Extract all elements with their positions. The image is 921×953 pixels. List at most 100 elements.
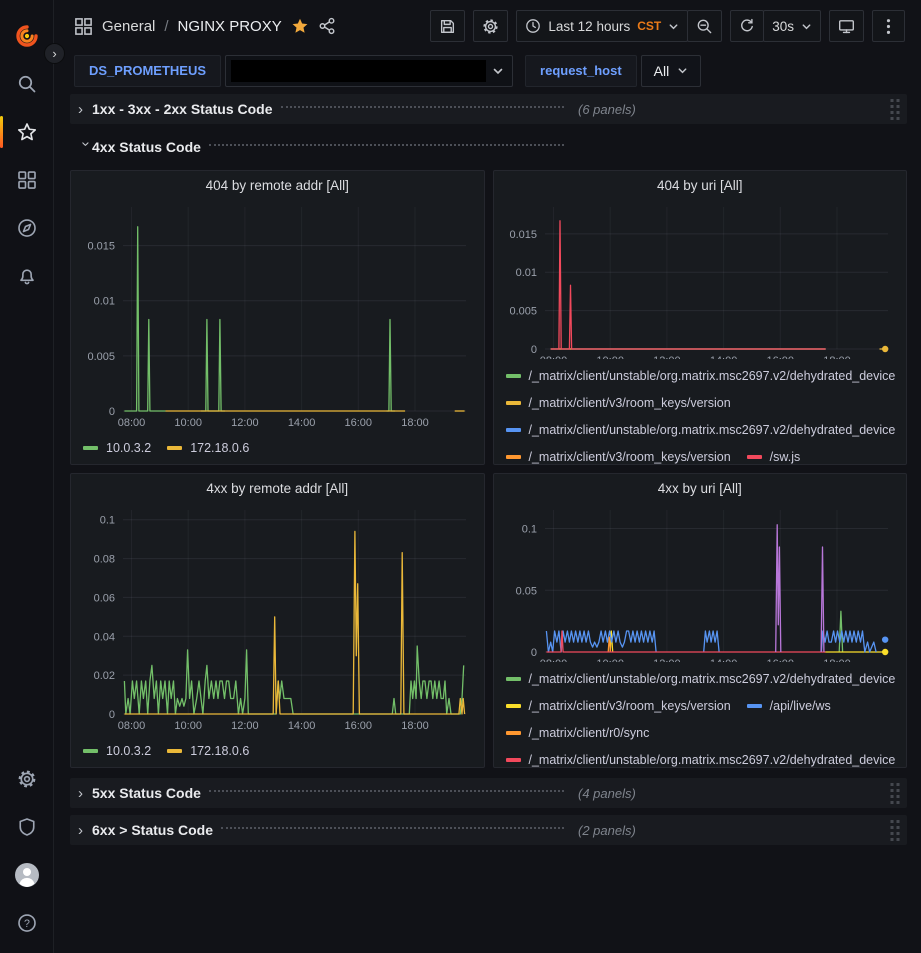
legend-item[interactable]: /sw.js xyxy=(747,443,801,464)
legend-item[interactable]: /_matrix/client/v3/room_keys/version xyxy=(506,692,731,719)
sidebar-expand-button[interactable]: › xyxy=(44,43,65,64)
panel-legend: /_matrix/client/unstable/org.matrix.msc2… xyxy=(494,662,907,767)
svg-text:0.06: 0.06 xyxy=(93,592,114,604)
svg-text:0: 0 xyxy=(531,647,537,659)
legend-item[interactable]: 10.0.3.2 xyxy=(83,434,151,461)
svg-text:0.1: 0.1 xyxy=(522,524,537,536)
share-icon[interactable] xyxy=(318,17,336,35)
sidebar-item-explore[interactable] xyxy=(0,204,54,252)
more-options-button[interactable] xyxy=(872,10,905,42)
chevron-down-icon xyxy=(492,65,504,77)
dotted-leader xyxy=(209,144,564,146)
request-host-value: All xyxy=(654,63,670,79)
timezone-label: CST xyxy=(637,19,661,33)
legend-item[interactable]: /_matrix/client/unstable/org.matrix.msc2… xyxy=(506,362,896,389)
compass-icon xyxy=(17,218,37,238)
legend-item[interactable]: /_matrix/client/unstable/org.matrix.msc2… xyxy=(506,746,896,767)
row-drag-handle[interactable] xyxy=(889,781,901,805)
row-drag-handle[interactable] xyxy=(889,818,901,842)
cycle-view-mode-button[interactable] xyxy=(829,10,864,42)
series-color-swatch xyxy=(506,758,521,762)
svg-text:16:00: 16:00 xyxy=(344,720,372,732)
row-drag-handle[interactable] xyxy=(889,97,901,121)
chevron-down-icon xyxy=(668,21,679,32)
legend-item[interactable]: /_matrix/client/v3/room_keys/version xyxy=(506,443,731,464)
svg-text:08:00: 08:00 xyxy=(117,417,145,429)
chevron-right-icon: › xyxy=(78,101,92,118)
refresh-icon xyxy=(739,18,755,34)
dashboard-settings-button[interactable] xyxy=(473,10,508,42)
shield-icon xyxy=(17,817,37,837)
dashboard-row-1xx-3xx-2xx[interactable]: › 1xx - 3xx - 2xx Status Code (6 panels) xyxy=(70,94,907,124)
dashboard-row-4xx[interactable]: › 4xx Status Code xyxy=(70,132,907,162)
panel-legend: 10.0.3.2 172.18.0.6 xyxy=(71,734,484,764)
legend-item[interactable]: /_matrix/client/unstable/org.matrix.msc2… xyxy=(506,416,896,443)
breadcrumb-folder[interactable]: General xyxy=(102,18,155,35)
refresh-interval-dropdown[interactable]: 30s xyxy=(763,10,821,42)
legend-item[interactable]: /api/live/ws xyxy=(747,692,831,719)
series-color-swatch xyxy=(506,374,521,378)
legend-item[interactable]: 172.18.0.6 xyxy=(167,737,249,764)
time-range-picker[interactable]: Last 12 hours CST xyxy=(516,10,688,42)
panel-legend: /_matrix/client/unstable/org.matrix.msc2… xyxy=(494,359,907,464)
svg-text:0: 0 xyxy=(109,709,115,721)
legend-item[interactable]: /_matrix/client/unstable/org.matrix.msc2… xyxy=(506,665,896,692)
svg-text:14:00: 14:00 xyxy=(288,417,316,429)
timeseries-chart[interactable]: 08:0010:0012:0014:0016:0018:0000.0050.01… xyxy=(499,199,900,359)
dashboard-row-5xx[interactable]: › 5xx Status Code (4 panels) xyxy=(70,778,907,808)
sidebar-item-alerting[interactable] xyxy=(0,252,54,300)
star-filled-icon[interactable] xyxy=(291,17,309,35)
timeseries-chart[interactable]: 08:0010:0012:0014:0016:0018:0000.020.040… xyxy=(77,502,478,734)
svg-text:0.1: 0.1 xyxy=(99,515,114,527)
sidebar-item-search[interactable] xyxy=(0,60,54,108)
datasource-redaction xyxy=(231,60,486,82)
sidebar-item-dashboards[interactable] xyxy=(0,156,54,204)
svg-text:10:00: 10:00 xyxy=(174,720,202,732)
request-host-label: request_host xyxy=(525,55,637,87)
timeseries-chart[interactable]: 08:0010:0012:0014:0016:0018:0000.0050.01… xyxy=(77,199,478,431)
svg-text:0.015: 0.015 xyxy=(510,229,538,241)
dashboard-row-6xx[interactable]: › 6xx > Status Code (2 panels) xyxy=(70,815,907,845)
svg-text:0: 0 xyxy=(109,406,115,418)
panel-count: (2 panels) xyxy=(578,823,636,838)
svg-text:0.01: 0.01 xyxy=(516,267,537,279)
search-icon xyxy=(17,74,37,94)
svg-text:16:00: 16:00 xyxy=(344,417,372,429)
datasource-select[interactable] xyxy=(225,55,513,87)
panel-title[interactable]: 404 by remote addr [All] xyxy=(71,171,484,197)
legend-item[interactable]: /_matrix/client/v3/room_keys/version xyxy=(506,389,731,416)
panel-title[interactable]: 4xx by uri [All] xyxy=(494,474,907,500)
panel-404-by-uri: 404 by uri [All] 08:0010:0012:0014:0016:… xyxy=(493,170,908,465)
series-color-swatch xyxy=(506,428,521,432)
request-host-select[interactable]: All xyxy=(641,55,702,87)
bell-icon xyxy=(17,266,37,286)
zoom-out-icon xyxy=(696,18,713,35)
sidebar: ? xyxy=(0,0,54,953)
save-dashboard-button[interactable] xyxy=(430,10,465,42)
sidebar-item-starred[interactable] xyxy=(0,108,54,156)
legend-item[interactable]: 172.18.0.6 xyxy=(167,434,249,461)
refresh-button[interactable] xyxy=(730,10,764,42)
zoom-out-button[interactable] xyxy=(687,10,722,42)
svg-text:0.015: 0.015 xyxy=(87,241,115,253)
svg-text:08:00: 08:00 xyxy=(117,720,145,732)
legend-item[interactable]: /_matrix/client/r0/sync xyxy=(506,719,650,746)
panel-count: (6 panels) xyxy=(578,102,636,117)
panel-title[interactable]: 404 by uri [All] xyxy=(494,171,907,197)
sidebar-item-configuration[interactable] xyxy=(0,755,54,803)
panels-grid: 404 by remote addr [All] 08:0010:0012:00… xyxy=(70,170,907,768)
sidebar-item-help[interactable]: ? xyxy=(0,899,54,947)
dotted-leader xyxy=(281,106,564,108)
svg-text:0.04: 0.04 xyxy=(93,631,114,643)
kebab-menu-icon xyxy=(886,18,891,35)
panel-title[interactable]: 4xx by remote addr [All] xyxy=(71,474,484,500)
timeseries-chart[interactable]: 08:0010:0012:0014:0016:0018:0000.050.1 xyxy=(499,502,900,662)
sidebar-item-server-admin[interactable] xyxy=(0,803,54,851)
dashboard-title[interactable]: NGINX PROXY xyxy=(178,18,282,35)
svg-text:0: 0 xyxy=(531,344,537,356)
legend-item[interactable]: 10.0.3.2 xyxy=(83,737,151,764)
series-color-swatch xyxy=(506,455,521,459)
series-color-swatch xyxy=(83,749,98,753)
svg-text:?: ? xyxy=(24,918,30,930)
sidebar-item-profile[interactable] xyxy=(0,851,54,899)
